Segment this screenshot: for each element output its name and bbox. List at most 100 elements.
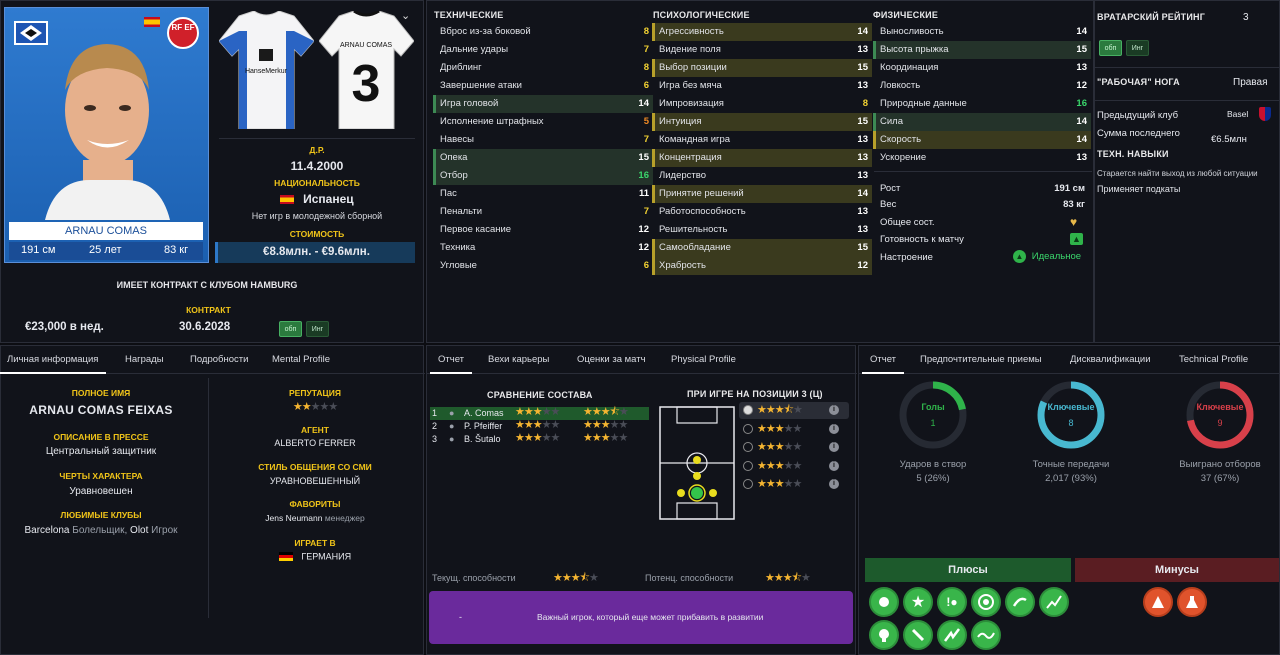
position-role-row[interactable]: ★★★★★ i [739,458,849,475]
mental-row[interactable]: Выбор позиции 15 [652,59,872,77]
tab-mid_tabs-2[interactable]: Оценки за матч [577,346,646,374]
mental-row[interactable]: Решительность 13 [652,221,872,239]
technical-row[interactable]: Опека 15 [433,149,653,167]
technical-row[interactable]: Пенальти 7 [433,203,653,221]
position-role-row[interactable]: ★★★★★ i [739,476,849,493]
skill-2: Применяет подкаты [1097,184,1181,194]
potential-ability-stars: ★★★⯪★ [765,569,811,588]
radio-icon[interactable] [743,405,753,415]
side-tag-obp-button[interactable]: обп [1099,40,1122,56]
trait-brain-icon[interactable] [869,620,899,650]
technical-row[interactable]: Завершение атаки 6 [433,77,653,95]
tab-left_tabs-0[interactable]: Личная информация [0,346,107,374]
trait-target-icon[interactable] [971,587,1001,617]
person-icon: ● [449,434,455,444]
physical-row[interactable]: Координация 13 [873,59,1091,77]
trait-con-warning-icon[interactable] [1143,587,1173,617]
tab-right_tabs-1[interactable]: Предпочтительные приемы [920,346,1042,374]
technical-row[interactable]: Угловые 6 [433,257,653,275]
tab-left_tabs-3[interactable]: Mental Profile [272,346,330,374]
physical-row-value: 14 [1076,134,1087,145]
fav-value[interactable]: Jens Neumann [265,513,322,523]
radio-icon[interactable] [743,460,753,471]
tab-right_tabs-2[interactable]: Дисквалификации [1070,346,1151,374]
prev-club-value[interactable]: Basel [1227,109,1248,119]
mental-row[interactable]: Игра без мяча 13 [652,77,872,95]
technical-row-label: Техника [440,242,476,253]
physical-row[interactable]: Высота прыжка 15 [873,41,1091,59]
info-icon[interactable]: i [829,442,839,452]
position-role-row[interactable]: ★★★★★ i [739,439,849,456]
technical-row[interactable]: Навесы 7 [433,131,653,149]
trait-star-icon[interactable]: ★ [903,587,933,617]
technical-row[interactable]: Пас 11 [433,185,653,203]
mental-row[interactable]: Лидерство 13 [652,167,872,185]
mental-row[interactable]: Концентрация 13 [652,149,872,167]
physical-row[interactable]: Скорость 14 [873,131,1091,149]
federation-badge-text: RF EF [171,23,195,32]
technical-row[interactable]: Первое касание 12 [433,221,653,239]
position-role-row[interactable]: ★★★⯪★ i [739,402,849,419]
mental-row[interactable]: Самообладание 15 [652,239,872,257]
side-tag-ing-button[interactable]: Инг [1126,40,1149,56]
info-icon[interactable]: i [829,460,839,471]
mental-row-label: Самообладание [659,242,731,253]
chevron-down-icon[interactable]: ⌄ [401,9,410,22]
technical-row[interactable]: Исполнение штрафных 5 [433,113,653,131]
tab-mid_tabs-1[interactable]: Вехи карьеры [488,346,549,374]
radio-icon[interactable] [743,442,753,452]
card-age: 25 лет [89,244,122,256]
info-icon[interactable]: i [829,405,839,415]
tab-mid_tabs-3[interactable]: Physical Profile [671,346,736,374]
mental-row[interactable]: Работоспособность 13 [652,203,872,221]
tab-right_tabs-3[interactable]: Technical Profile [1179,346,1248,374]
tab-mid_tabs-0[interactable]: Отчет [429,346,473,374]
trait-alert-ball-icon[interactable]: !● [937,587,967,617]
technical-row[interactable]: Вброс из-за боковой 8 [433,23,653,41]
mental-row[interactable]: Агрессивность 14 [652,23,872,41]
tab-right_tabs-0[interactable]: Отчет [861,346,905,374]
tag-ing-button[interactable]: Инг [306,321,329,337]
technical-row[interactable]: Отбор 16 [433,167,653,185]
tag-obp-button[interactable]: обп [279,321,302,337]
mental-row[interactable]: Интуиция 15 [652,113,872,131]
trait-bone-icon[interactable] [903,620,933,650]
tab-left_tabs-2[interactable]: Подробности [190,346,248,374]
radio-icon[interactable] [743,479,753,489]
report-panel: Отчет Вехи карьеры Оценки за матч Physical … [426,345,857,655]
technical-row[interactable]: Дриблинг 8 [433,59,653,77]
technical-row[interactable]: Дальние удары 7 [433,41,653,59]
compare-row[interactable]: 3 ● B. Šutalo ★★★★★ ★★★★★ [430,432,649,446]
agent-value[interactable]: ALBERTO FERRER [215,438,415,448]
trait-leaf-icon[interactable] [937,620,967,650]
mental-row[interactable]: Командная игра 13 [652,131,872,149]
federation-badge-icon: RF EF [167,17,199,49]
mental-row[interactable]: Видение поля 13 [652,41,872,59]
trait-trend-icon[interactable] [1039,587,1069,617]
tab-left_tabs-1[interactable]: Награды [125,346,164,374]
technical-row-label: Вброс из-за боковой [440,26,531,37]
physical-row[interactable]: Сила 14 [873,113,1091,131]
info-icon[interactable]: i [829,423,839,434]
physical-row[interactable]: Природные данные 16 [873,95,1091,113]
radio-icon[interactable] [743,423,753,434]
club-2[interactable]: Olot [130,525,148,536]
physical-row[interactable]: Выносливость 14 [873,23,1091,41]
physical-row[interactable]: Ловкость 12 [873,77,1091,95]
technical-row[interactable]: Игра головой 14 [433,95,653,113]
mental-row[interactable]: Храбрость 12 [652,257,872,275]
physical-row[interactable]: Ускорение 13 [873,149,1091,167]
mental-row[interactable]: Импровизация 8 [652,95,872,113]
trait-wave-icon[interactable] [971,620,1001,650]
club-1[interactable]: Barcelona [24,525,69,536]
mental-row-label: Интуиция [659,116,702,127]
mental-row-value: 8 [862,98,868,109]
position-role-row[interactable]: ★★★★★ i [739,421,849,438]
info-icon[interactable]: i [829,479,839,489]
trait-header-icon[interactable] [869,587,899,617]
trait-tackle-icon[interactable] [1005,587,1035,617]
mental-row[interactable]: Принятие решений 14 [652,185,872,203]
pitch-diagram [659,406,735,520]
trait-con-flask-icon[interactable] [1177,587,1207,617]
technical-row[interactable]: Техника 12 [433,239,653,257]
